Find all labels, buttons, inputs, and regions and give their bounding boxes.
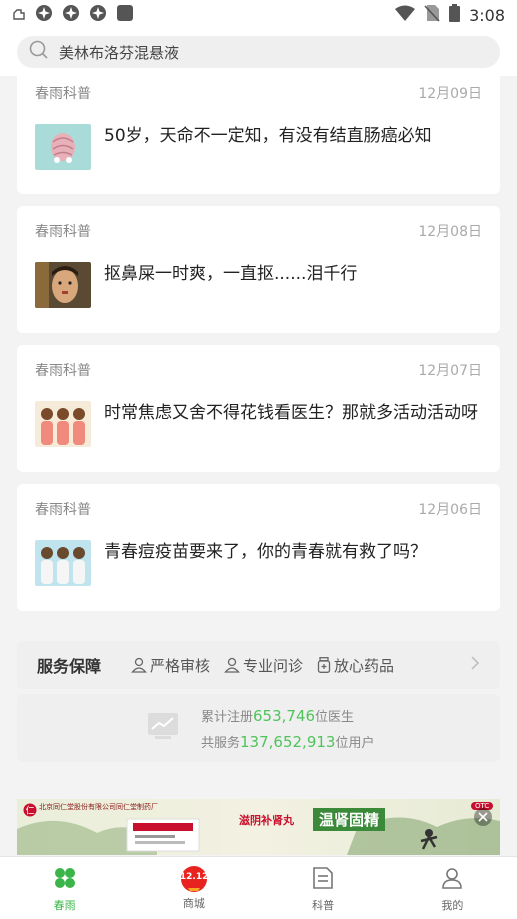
tab-label: 春雨 xyxy=(53,899,76,912)
tab-label: 科普 xyxy=(312,899,335,912)
app-notification-icon xyxy=(35,4,53,26)
app-notification-icon xyxy=(62,4,80,26)
article-feed: 春雨科普 12月09日 50岁，天命不一定知，有没有结直肠癌必知 春雨科普 12… xyxy=(17,76,500,623)
banner-slogan: 温肾固精 xyxy=(313,808,386,831)
stats-panel: 累计注册653,746位医生 共服务137,652,913位用户 xyxy=(17,694,500,762)
wifi-icon xyxy=(395,5,416,25)
app-square-icon xyxy=(116,4,134,26)
service-item-consultation: 专业问诊 xyxy=(224,655,303,676)
tab-chunyu[interactable]: 春雨 xyxy=(0,857,129,919)
article-card[interactable]: 春雨科普 12月07日 时常焦虑又舍不得花钱看医生？那就多活动活动呀 xyxy=(17,345,500,472)
stats-doctors: 累计注册653,746位医生 xyxy=(201,707,355,725)
service-item-medicine: 放心药品 xyxy=(317,655,394,676)
banner-company: 北京同仁堂股份有限公司同仁堂制药厂 xyxy=(39,803,158,811)
close-icon[interactable] xyxy=(473,807,493,831)
search-input[interactable]: 美林布洛芬混悬液 xyxy=(17,36,500,68)
service-guarantee-bar[interactable]: 服务保障 严格审核 专业问诊 放心药品 xyxy=(17,641,500,689)
article-source: 春雨科普 xyxy=(35,363,91,379)
service-title: 服务保障 xyxy=(37,657,102,676)
status-bar: 3:08 xyxy=(0,0,517,30)
stats-users: 共服务137,652,913位用户 xyxy=(201,733,375,751)
user-icon xyxy=(131,657,147,673)
article-icon xyxy=(312,866,334,894)
article-thumbnail xyxy=(35,401,91,447)
article-source: 春雨科普 xyxy=(35,224,91,240)
tab-science[interactable]: 科普 xyxy=(259,857,388,919)
status-time: 3:08 xyxy=(469,5,505,25)
article-source: 春雨科普 xyxy=(35,502,91,518)
tab-profile[interactable]: 我的 xyxy=(388,857,517,919)
tab-mall[interactable]: 12.12 商城 xyxy=(129,857,258,919)
ad-banner[interactable]: 仁 北京同仁堂股份有限公司同仁堂制药厂 滋阴补肾丸 温肾固精 OTC xyxy=(17,799,500,855)
article-title: 抠鼻屎一时爽，一直抠......泪千行 xyxy=(104,264,358,284)
bottom-tab-bar: 春雨 12.12 商城 科普 我的 xyxy=(0,856,517,919)
banner-product: 滋阴补肾丸 xyxy=(239,814,294,827)
user-count: 137,652,913 xyxy=(240,733,336,751)
article-date: 12月06日 xyxy=(418,502,482,518)
article-card[interactable]: 春雨科普 12月06日 青春痘疫苗要来了，你的青春就有救了吗？ xyxy=(17,484,500,611)
service-item-strict-review: 严格审核 xyxy=(131,655,210,676)
article-thumbnail xyxy=(35,540,91,586)
article-date: 12月07日 xyxy=(418,363,482,379)
article-card[interactable]: 春雨科普 12月08日 抠鼻屎一时爽，一直抠......泪千行 xyxy=(17,206,500,333)
tab-label: 我的 xyxy=(441,899,464,912)
medicine-bottle-icon xyxy=(317,657,331,673)
doctor-icon xyxy=(224,657,240,673)
search-bar: 美林布洛芬混悬液 xyxy=(0,30,517,76)
search-icon xyxy=(29,40,49,64)
chevron-right-icon[interactable] xyxy=(470,655,480,675)
brand-logo-icon: 仁 xyxy=(23,802,37,821)
profile-icon xyxy=(440,866,464,894)
search-text: 美林布洛芬混悬液 xyxy=(59,43,180,62)
article-card[interactable]: 春雨科普 12月09日 50岁，天命不一定知，有没有结直肠癌必知 xyxy=(17,76,500,194)
trend-chart-icon xyxy=(147,712,179,744)
article-title: 时常焦虑又舍不得花钱看医生？那就多活动活动呀 xyxy=(104,403,478,423)
article-source: 春雨科普 xyxy=(35,86,91,102)
tab-label: 商城 xyxy=(182,897,205,910)
battery-icon xyxy=(449,4,461,26)
no-sim-icon xyxy=(424,4,440,26)
svg-text:仁: 仁 xyxy=(25,805,34,817)
mall-1212-icon: 12.12 xyxy=(180,866,208,892)
article-thumbnail xyxy=(35,124,91,170)
doctor-count: 653,746 xyxy=(253,707,316,725)
article-date: 12月09日 xyxy=(418,86,482,102)
article-date: 12月08日 xyxy=(418,224,482,240)
app-notification-icon xyxy=(89,4,107,26)
article-thumbnail xyxy=(35,262,91,308)
notification-icon xyxy=(12,6,26,25)
article-title: 50岁，天命不一定知，有没有结直肠癌必知 xyxy=(104,126,432,146)
article-title: 青春痘疫苗要来了，你的青春就有救了吗？ xyxy=(104,542,427,562)
clover-icon xyxy=(53,866,77,894)
